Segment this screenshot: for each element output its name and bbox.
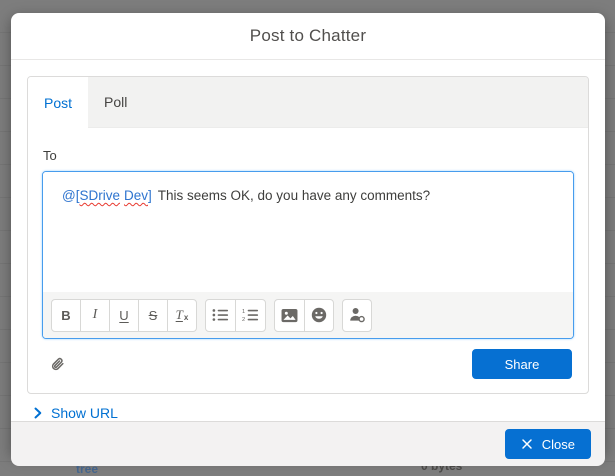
mention-prefix: @[ [62, 188, 79, 203]
tab-bar: Post Poll [28, 77, 588, 128]
show-url-toggle[interactable]: Show URL [34, 405, 118, 421]
tab-post[interactable]: Post [28, 77, 88, 128]
close-button[interactable]: Close [505, 429, 591, 459]
mention-suffix: ] [148, 188, 152, 203]
modal-content: Post Poll To @[SDrive Dev] This seems OK, … [11, 60, 605, 421]
underline-icon: U [119, 308, 128, 323]
mention-word: SDrive [79, 188, 120, 203]
italic-icon: I [93, 307, 98, 323]
insert-image-button[interactable] [274, 299, 305, 332]
attach-file-button[interactable] [46, 354, 71, 375]
show-url-label: Show URL [51, 405, 118, 421]
bold-button[interactable]: B [51, 299, 81, 332]
emoji-icon [311, 307, 327, 323]
remove-formatting-button[interactable]: Tx [167, 299, 197, 332]
chatter-panel: Post Poll To @[SDrive Dev] This seems OK, … [27, 76, 589, 394]
list-group: 1 2 [205, 299, 266, 332]
mention-group [342, 299, 372, 332]
bold-icon: B [61, 308, 70, 323]
svg-text:2: 2 [242, 317, 245, 322]
modal-header: Post to Chatter [11, 13, 605, 60]
message-text: This seems OK, do you have any comments? [158, 188, 430, 203]
emoji-button[interactable] [304, 299, 334, 332]
format-text-group: B I U S Tx [51, 299, 197, 332]
tab-poll[interactable]: Poll [88, 77, 143, 127]
to-label: To [43, 148, 574, 163]
modal-footer: Close [11, 421, 605, 466]
strikethrough-icon: S [149, 308, 158, 323]
post-to-chatter-modal: Post to Chatter Post Poll To @[SDrive Dev… [11, 13, 605, 455]
numbered-list-button[interactable]: 1 2 [235, 299, 266, 332]
share-button[interactable]: Share [472, 349, 572, 379]
close-button-label: Close [542, 437, 575, 452]
modal-title: Post to Chatter [250, 26, 366, 46]
image-icon [281, 308, 298, 323]
editor-content[interactable]: @[SDrive Dev] This seems OK, do you have a… [43, 172, 573, 292]
rich-text-editor[interactable]: @[SDrive Dev] This seems OK, do you have a… [42, 171, 574, 339]
actions-row: Share [42, 349, 574, 379]
underline-button[interactable]: U [109, 299, 139, 332]
add-user-icon [349, 307, 365, 323]
mention-word: Dev [124, 188, 148, 203]
remove-formatting-icon: Tx [176, 307, 189, 323]
close-icon [521, 438, 533, 450]
italic-button[interactable]: I [80, 299, 110, 332]
post-tab-panel: To @[SDrive Dev] This seems OK, do you hav… [28, 128, 588, 393]
strikethrough-button[interactable]: S [138, 299, 168, 332]
paperclip-icon [50, 356, 67, 373]
editor-toolbar: B I U S Tx [43, 292, 573, 338]
media-group [274, 299, 334, 332]
chevron-right-icon [34, 407, 42, 419]
mention-text: @[SDrive Dev] [62, 188, 152, 203]
numbered-list-icon: 1 2 [242, 308, 259, 322]
bullet-list-icon [212, 308, 229, 322]
add-user-button[interactable] [342, 299, 372, 332]
svg-text:1: 1 [242, 309, 245, 315]
bullet-list-button[interactable] [205, 299, 236, 332]
